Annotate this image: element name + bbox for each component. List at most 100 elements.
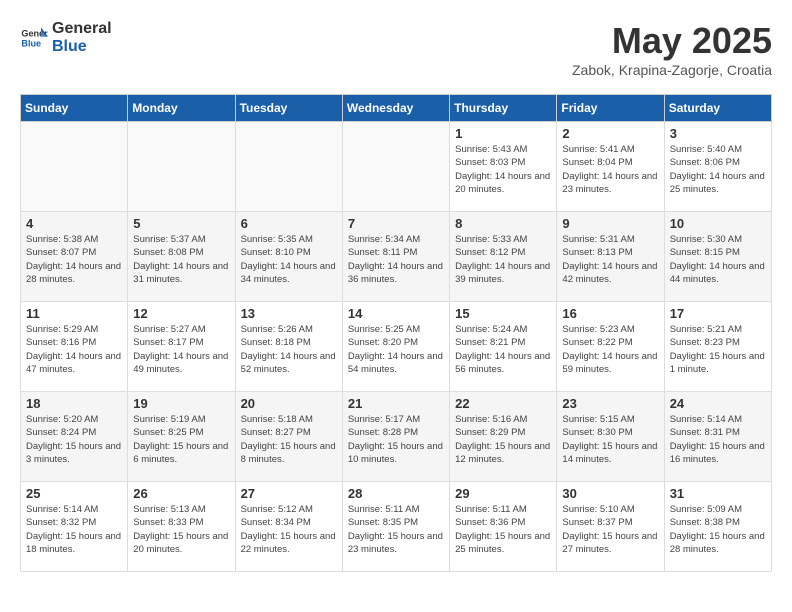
day-info: Sunrise: 5:20 AMSunset: 8:24 PMDaylight:… xyxy=(26,413,122,466)
calendar-week-row: 25 Sunrise: 5:14 AMSunset: 8:32 PMDayligh… xyxy=(21,482,772,572)
calendar-header-row: SundayMondayTuesdayWednesdayThursdayFrid… xyxy=(21,95,772,122)
logo-general-text: General xyxy=(52,20,112,38)
day-info: Sunrise: 5:29 AMSunset: 8:16 PMDaylight:… xyxy=(26,323,122,376)
calendar-cell: 3 Sunrise: 5:40 AMSunset: 8:06 PMDaylight… xyxy=(664,122,771,212)
calendar-week-row: 18 Sunrise: 5:20 AMSunset: 8:24 PMDayligh… xyxy=(21,392,772,482)
calendar-cell: 30 Sunrise: 5:10 AMSunset: 8:37 PMDayligh… xyxy=(557,482,664,572)
calendar-week-row: 1 Sunrise: 5:43 AMSunset: 8:03 PMDaylight… xyxy=(21,122,772,212)
day-number: 12 xyxy=(133,306,229,321)
logo: General Blue General Blue xyxy=(20,20,112,55)
calendar-cell: 27 Sunrise: 5:12 AMSunset: 8:34 PMDayligh… xyxy=(235,482,342,572)
day-of-week-header: Monday xyxy=(128,95,235,122)
day-info: Sunrise: 5:23 AMSunset: 8:22 PMDaylight:… xyxy=(562,323,658,376)
day-info: Sunrise: 5:14 AMSunset: 8:31 PMDaylight:… xyxy=(670,413,766,466)
day-info: Sunrise: 5:43 AMSunset: 8:03 PMDaylight:… xyxy=(455,143,551,196)
day-info: Sunrise: 5:21 AMSunset: 8:23 PMDaylight:… xyxy=(670,323,766,376)
day-info: Sunrise: 5:11 AMSunset: 8:35 PMDaylight:… xyxy=(348,503,444,556)
calendar-cell: 17 Sunrise: 5:21 AMSunset: 8:23 PMDayligh… xyxy=(664,302,771,392)
day-info: Sunrise: 5:18 AMSunset: 8:27 PMDaylight:… xyxy=(241,413,337,466)
day-info: Sunrise: 5:17 AMSunset: 8:28 PMDaylight:… xyxy=(348,413,444,466)
calendar-cell: 24 Sunrise: 5:14 AMSunset: 8:31 PMDayligh… xyxy=(664,392,771,482)
day-number: 28 xyxy=(348,486,444,501)
logo-icon: General Blue xyxy=(20,24,48,52)
calendar-cell: 11Sunrise: 5:29 AMSunset: 8:16 PMDayligh… xyxy=(21,302,128,392)
day-number: 1 xyxy=(455,126,551,141)
day-info: Sunrise: 5:41 AMSunset: 8:04 PMDaylight:… xyxy=(562,143,658,196)
calendar-cell: 25 Sunrise: 5:14 AMSunset: 8:32 PMDayligh… xyxy=(21,482,128,572)
day-number: 27 xyxy=(241,486,337,501)
day-info: Sunrise: 5:38 AMSunset: 8:07 PMDaylight:… xyxy=(26,233,122,286)
calendar-cell: 19 Sunrise: 5:19 AMSunset: 8:25 PMDayligh… xyxy=(128,392,235,482)
day-number: 3 xyxy=(670,126,766,141)
svg-text:Blue: Blue xyxy=(21,38,41,48)
calendar-cell: 1 Sunrise: 5:43 AMSunset: 8:03 PMDaylight… xyxy=(450,122,557,212)
day-number: 19 xyxy=(133,396,229,411)
day-info: Sunrise: 5:26 AMSunset: 8:18 PMDaylight:… xyxy=(241,323,337,376)
calendar-cell: 14Sunrise: 5:25 AMSunset: 8:20 PMDayligh… xyxy=(342,302,449,392)
calendar-week-row: 4 Sunrise: 5:38 AMSunset: 8:07 PMDaylight… xyxy=(21,212,772,302)
day-of-week-header: Friday xyxy=(557,95,664,122)
calendar-cell: 16 Sunrise: 5:23 AMSunset: 8:22 PMDayligh… xyxy=(557,302,664,392)
day-info: Sunrise: 5:15 AMSunset: 8:30 PMDaylight:… xyxy=(562,413,658,466)
calendar-cell xyxy=(235,122,342,212)
day-info: Sunrise: 5:19 AMSunset: 8:25 PMDaylight:… xyxy=(133,413,229,466)
calendar-cell: 23Sunrise: 5:15 AMSunset: 8:30 PMDayligh… xyxy=(557,392,664,482)
day-number: 7 xyxy=(348,216,444,231)
calendar-cell: 10Sunrise: 5:30 AMSunset: 8:15 PMDayligh… xyxy=(664,212,771,302)
day-of-week-header: Wednesday xyxy=(342,95,449,122)
day-number: 13 xyxy=(241,306,337,321)
day-number: 16 xyxy=(562,306,658,321)
day-info: Sunrise: 5:12 AMSunset: 8:34 PMDaylight:… xyxy=(241,503,337,556)
day-number: 25 xyxy=(26,486,122,501)
day-info: Sunrise: 5:34 AMSunset: 8:11 PMDaylight:… xyxy=(348,233,444,286)
day-of-week-header: Sunday xyxy=(21,95,128,122)
day-number: 4 xyxy=(26,216,122,231)
month-title: May 2025 xyxy=(572,20,772,62)
logo-blue-text: Blue xyxy=(52,38,112,56)
day-number: 30 xyxy=(562,486,658,501)
calendar-cell: 21 Sunrise: 5:17 AMSunset: 8:28 PMDayligh… xyxy=(342,392,449,482)
day-number: 6 xyxy=(241,216,337,231)
day-info: Sunrise: 5:25 AMSunset: 8:20 PMDaylight:… xyxy=(348,323,444,376)
day-info: Sunrise: 5:40 AMSunset: 8:06 PMDaylight:… xyxy=(670,143,766,196)
day-info: Sunrise: 5:09 AMSunset: 8:38 PMDaylight:… xyxy=(670,503,766,556)
day-info: Sunrise: 5:11 AMSunset: 8:36 PMDaylight:… xyxy=(455,503,551,556)
calendar-week-row: 11Sunrise: 5:29 AMSunset: 8:16 PMDayligh… xyxy=(21,302,772,392)
calendar-cell: 8Sunrise: 5:33 AMSunset: 8:12 PMDaylight… xyxy=(450,212,557,302)
day-of-week-header: Saturday xyxy=(664,95,771,122)
day-number: 5 xyxy=(133,216,229,231)
day-number: 26 xyxy=(133,486,229,501)
day-info: Sunrise: 5:33 AMSunset: 8:12 PMDaylight:… xyxy=(455,233,551,286)
day-number: 2 xyxy=(562,126,658,141)
calendar-cell: 20Sunrise: 5:18 AMSunset: 8:27 PMDayligh… xyxy=(235,392,342,482)
day-number: 29 xyxy=(455,486,551,501)
calendar-cell: 4 Sunrise: 5:38 AMSunset: 8:07 PMDaylight… xyxy=(21,212,128,302)
day-number: 24 xyxy=(670,396,766,411)
day-info: Sunrise: 5:14 AMSunset: 8:32 PMDaylight:… xyxy=(26,503,122,556)
day-number: 18 xyxy=(26,396,122,411)
day-number: 10 xyxy=(670,216,766,231)
day-info: Sunrise: 5:37 AMSunset: 8:08 PMDaylight:… xyxy=(133,233,229,286)
day-info: Sunrise: 5:10 AMSunset: 8:37 PMDaylight:… xyxy=(562,503,658,556)
title-section: May 2025 Zabok, Krapina-Zagorje, Croatia xyxy=(572,20,772,78)
day-info: Sunrise: 5:16 AMSunset: 8:29 PMDaylight:… xyxy=(455,413,551,466)
day-of-week-header: Thursday xyxy=(450,95,557,122)
day-number: 31 xyxy=(670,486,766,501)
calendar-cell: 15Sunrise: 5:24 AMSunset: 8:21 PMDayligh… xyxy=(450,302,557,392)
page-header: General Blue General Blue May 2025 Zabok… xyxy=(20,20,772,78)
day-number: 22 xyxy=(455,396,551,411)
day-number: 17 xyxy=(670,306,766,321)
day-info: Sunrise: 5:24 AMSunset: 8:21 PMDaylight:… xyxy=(455,323,551,376)
day-info: Sunrise: 5:27 AMSunset: 8:17 PMDaylight:… xyxy=(133,323,229,376)
calendar-cell: 28 Sunrise: 5:11 AMSunset: 8:35 PMDayligh… xyxy=(342,482,449,572)
calendar-cell xyxy=(342,122,449,212)
calendar-cell: 22 Sunrise: 5:16 AMSunset: 8:29 PMDayligh… xyxy=(450,392,557,482)
day-of-week-header: Tuesday xyxy=(235,95,342,122)
calendar-cell: 13 Sunrise: 5:26 AMSunset: 8:18 PMDayligh… xyxy=(235,302,342,392)
calendar-cell: 2 Sunrise: 5:41 AMSunset: 8:04 PMDaylight… xyxy=(557,122,664,212)
day-number: 21 xyxy=(348,396,444,411)
calendar-cell: 9Sunrise: 5:31 AMSunset: 8:13 PMDaylight… xyxy=(557,212,664,302)
location-title: Zabok, Krapina-Zagorje, Croatia xyxy=(572,62,772,78)
calendar-cell: 7 Sunrise: 5:34 AMSunset: 8:11 PMDaylight… xyxy=(342,212,449,302)
calendar-table: SundayMondayTuesdayWednesdayThursdayFrid… xyxy=(20,94,772,572)
